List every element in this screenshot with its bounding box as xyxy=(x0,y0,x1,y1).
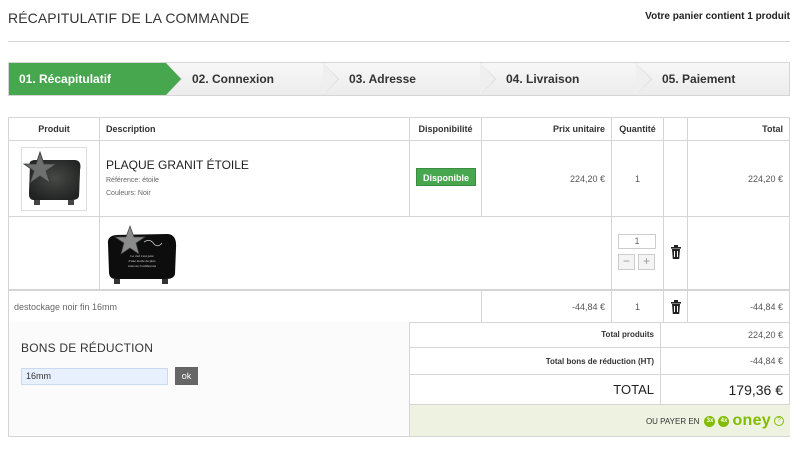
oney-text: OU PAYER EN xyxy=(645,416,700,426)
total-vouchers-label: Total bons de réduction (HT) xyxy=(410,348,661,374)
customization-row: Le ciel s'est paré d'une étoile de plus … xyxy=(9,217,789,291)
unit-price-cell: 224,20 € xyxy=(482,141,612,216)
step-login[interactable]: 02. Connexion xyxy=(166,63,339,95)
header-description: Description xyxy=(100,118,410,140)
total-products-row: Total produits 224,20 € xyxy=(410,322,790,348)
quantity-decrease-button[interactable]: − xyxy=(618,254,635,270)
discount-quantity: 1 xyxy=(634,302,640,312)
header-total: Total xyxy=(762,124,783,134)
customization-total-cell xyxy=(688,217,789,289)
line-total: 224,20 € xyxy=(747,173,783,184)
delete-cell-empty xyxy=(664,141,688,216)
cart-summary: Votre panier contient 1 produit xyxy=(645,11,790,22)
unit-price: 224,20 € xyxy=(569,173,605,184)
availability-badge: Disponible xyxy=(416,168,476,186)
oney-payment-row[interactable]: OU PAYER EN 3x 4x oney ? xyxy=(410,405,790,437)
grand-total-value: 179,36 € xyxy=(728,382,784,398)
product-color: Couleurs: Noir xyxy=(106,190,151,197)
total-products-label: Total produits xyxy=(410,322,661,347)
oney-4x-badge: 4x xyxy=(718,415,730,427)
quantity-increase-button[interactable]: + xyxy=(638,254,655,270)
oney-3x-badge: 3x xyxy=(704,415,716,427)
customization-preview-cell: Le ciel s'est paré d'une étoile de plus … xyxy=(100,217,612,289)
table-header: Produit Description Disponibilité Prix u… xyxy=(9,118,789,141)
header-delete xyxy=(664,118,688,140)
table-row: PLAQUE GRANIT ÉTOILE Référence: étoile C… xyxy=(9,141,789,217)
step-label: 03. Adresse xyxy=(349,72,416,86)
availability-cell: Disponible xyxy=(410,141,482,216)
svg-text:nous ne t'oublierons: nous ne t'oublierons xyxy=(128,264,157,268)
product-thumbnail[interactable] xyxy=(21,147,87,211)
product-name[interactable]: PLAQUE GRANIT ÉTOILE xyxy=(106,158,249,172)
checkout-steps: 01. Récapitulatif 02. Connexion 03. Adre… xyxy=(8,62,790,96)
header-divider xyxy=(8,41,790,42)
total-vouchers-value: -44,84 € xyxy=(749,356,783,366)
customization-preview-image[interactable]: Le ciel s'est paré d'une étoile de plus … xyxy=(104,224,180,286)
totals-panel: Total produits 224,20 € Total bons de ré… xyxy=(410,322,790,437)
description-cell: PLAQUE GRANIT ÉTOILE Référence: étoile C… xyxy=(100,141,410,216)
step-label: 04. Livraison xyxy=(506,72,580,86)
voucher-submit-button[interactable]: ok xyxy=(175,367,198,385)
trash-icon[interactable] xyxy=(670,245,682,259)
discount-delete-cell xyxy=(664,291,688,323)
discount-unit-price: -44,84 € xyxy=(571,302,605,312)
total-products-value: 224,20 € xyxy=(747,330,783,340)
customization-spacer xyxy=(9,217,100,289)
step-shipping[interactable]: 04. Livraison xyxy=(480,63,652,95)
step-payment[interactable]: 05. Paiement xyxy=(636,63,789,95)
header-unit-price: Prix unitaire xyxy=(482,118,612,140)
voucher-code-input[interactable]: 16mm xyxy=(21,368,168,385)
step-summary[interactable]: 01. Récapitulatif xyxy=(9,63,182,95)
discount-quantity-cell: 1 xyxy=(612,291,664,323)
discount-total: -44,84 € xyxy=(749,302,783,312)
step-address[interactable]: 03. Adresse xyxy=(323,63,496,95)
delete-cell xyxy=(664,217,688,289)
discount-label: destockage noir fin 16mm xyxy=(14,302,118,312)
grand-total-row: TOTAL 179,36 € xyxy=(410,375,790,405)
customization-quantity-cell: 1 − + xyxy=(612,217,664,289)
product-cell xyxy=(9,141,100,216)
voucher-panel: BONS DE RÉDUCTION 16mm ok xyxy=(8,322,410,437)
header-availability: Disponibilité xyxy=(410,118,482,140)
discount-total-cell: -44,84 € xyxy=(688,291,789,323)
trash-icon[interactable] xyxy=(670,300,682,314)
cart-table: Produit Description Disponibilité Prix u… xyxy=(8,117,790,323)
svg-text:d'une étoile de plus: d'une étoile de plus xyxy=(129,259,157,263)
oney-logo: oney xyxy=(732,412,771,429)
svg-text:Le ciel s'est paré: Le ciel s'est paré xyxy=(130,254,154,258)
discount-unit-price-cell: -44,84 € xyxy=(482,291,612,323)
total-vouchers-row: Total bons de réduction (HT) -44,84 € xyxy=(410,348,790,375)
step-label: 02. Connexion xyxy=(192,72,275,86)
page-title: RÉCAPITULATIF DE LA COMMANDE xyxy=(8,10,250,26)
quantity-input[interactable]: 1 xyxy=(618,234,656,249)
header-quantity: Quantité xyxy=(612,118,664,140)
header-product: Produit xyxy=(9,118,100,140)
info-icon[interactable]: ? xyxy=(774,416,784,426)
quantity-value: 1 xyxy=(634,173,640,184)
discount-row: destockage noir fin 16mm -44,84 € 1 -44,… xyxy=(9,291,789,323)
product-reference: Référence: étoile xyxy=(106,177,159,184)
voucher-title: BONS DE RÉDUCTION xyxy=(21,341,154,355)
step-label: 05. Paiement xyxy=(662,72,736,86)
quantity-cell: 1 xyxy=(612,141,664,216)
grand-total-label: TOTAL xyxy=(410,375,661,404)
total-cell: 224,20 € xyxy=(688,141,789,216)
discount-label-cell: destockage noir fin 16mm xyxy=(9,291,482,323)
step-label: 01. Récapitulatif xyxy=(19,72,112,86)
